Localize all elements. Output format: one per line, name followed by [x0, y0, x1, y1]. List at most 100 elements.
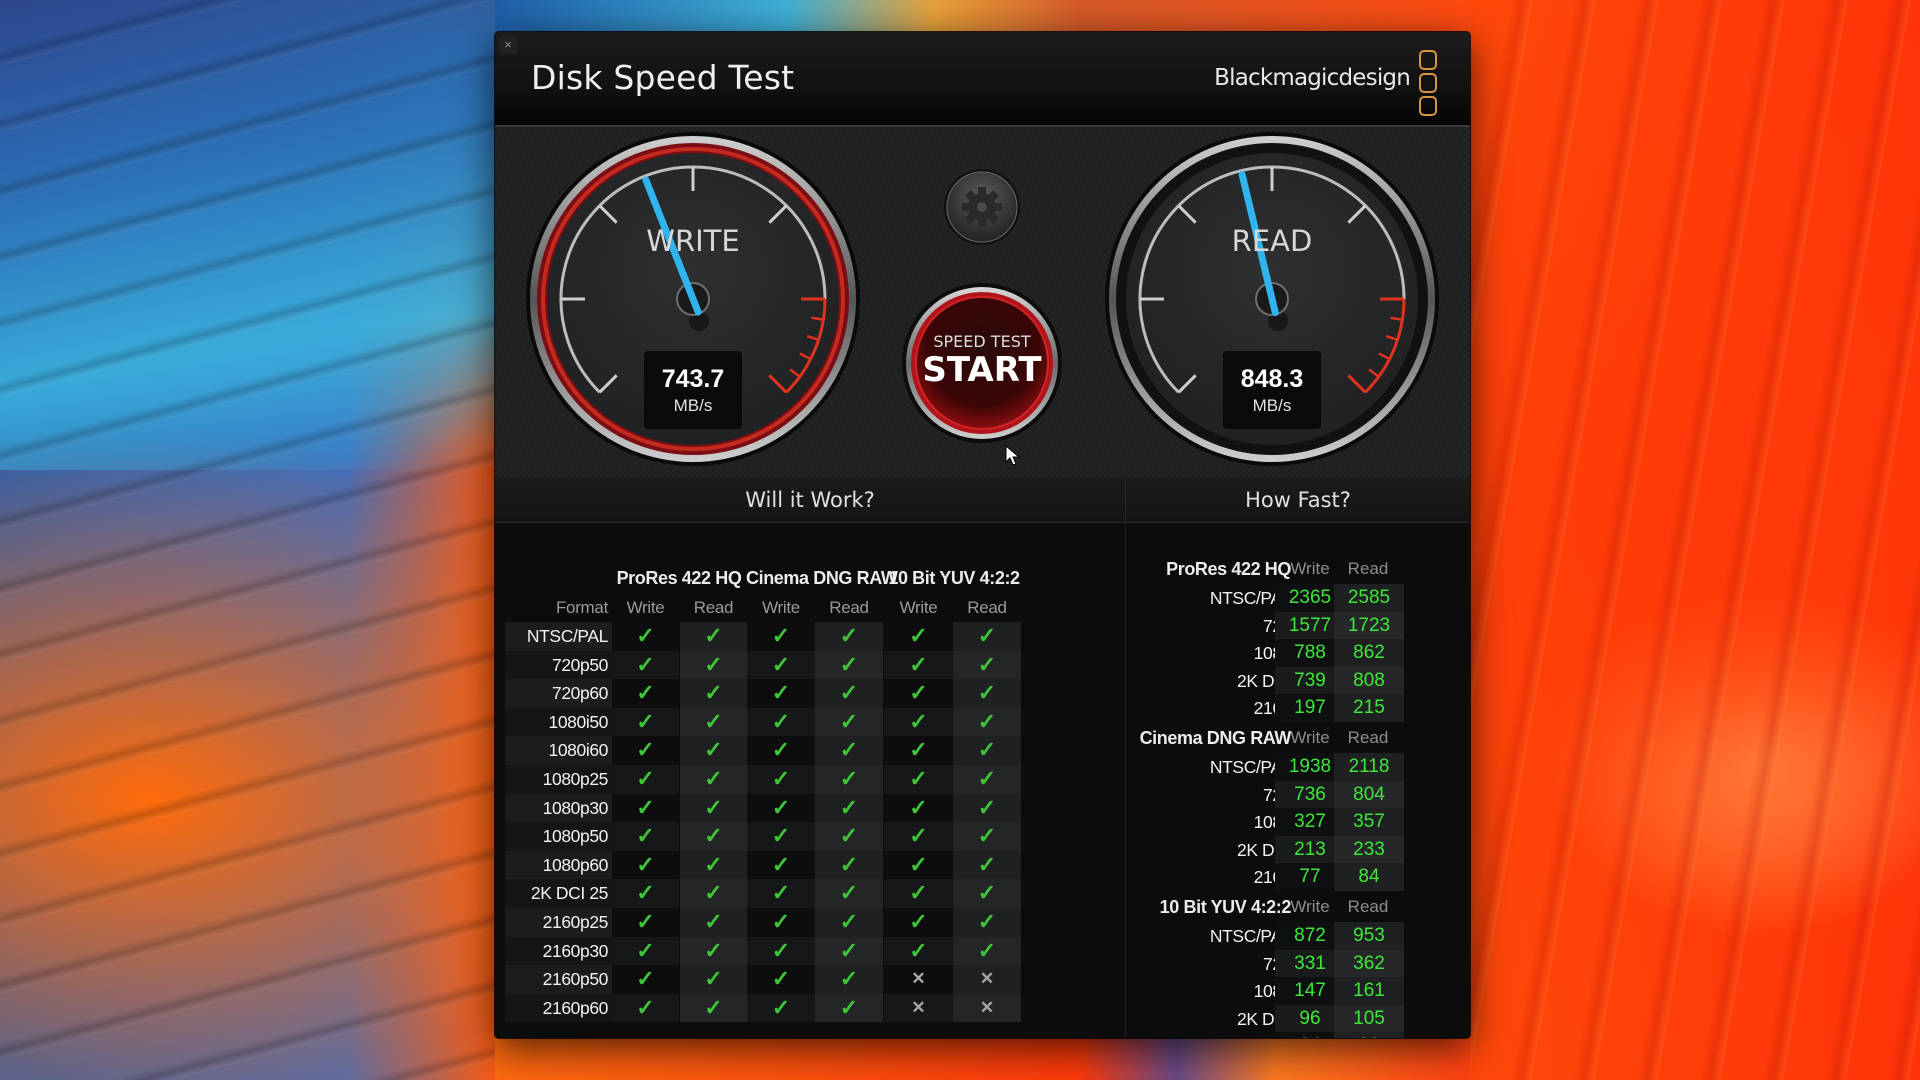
- checkmark-icon: ✓: [636, 823, 655, 849]
- checkmark-icon: ✓: [704, 851, 723, 877]
- checkmark-icon: ✓: [909, 937, 928, 963]
- result-pass: ✓: [680, 936, 747, 966]
- format-label: 2160p60: [505, 993, 612, 1023]
- checkmark-icon: ✓: [704, 680, 723, 706]
- checkmark-icon: ✓: [704, 708, 723, 734]
- checkmark-icon: ✓: [909, 823, 928, 849]
- how-fast-read-value: 38: [1334, 1032, 1404, 1038]
- result-pass: ✓: [815, 707, 883, 737]
- how-fast-format-label: 1080: [1253, 812, 1292, 833]
- gauge-area: WRITE 743.7 MB/s SPEED TEST START READ 8…: [495, 125, 1470, 480]
- how-fast-format-label: 720: [1126, 785, 1291, 806]
- how-fast-format-label: 1080: [1253, 981, 1292, 1002]
- format-label: 2160p25: [505, 907, 612, 937]
- format-label: NTSC/PAL: [505, 622, 612, 651]
- table-row: 1080p50 ✓ ✓ ✓ ✓ ✓ ✓: [505, 822, 1115, 851]
- result-pass: ✓: [884, 879, 953, 908]
- checkmark-icon: ✓: [704, 908, 723, 934]
- table-row: 2160p50 ✓ ✓ ✓ ✓ ✕ ✕: [505, 965, 1115, 994]
- result-pass: ✓: [953, 879, 1021, 908]
- how-fast-format-label: NTSC/PAL: [1209, 588, 1291, 608]
- result-pass: ✓: [747, 793, 815, 823]
- result-pass: ✓: [612, 679, 679, 708]
- blackmagic-logo-icon: [1419, 50, 1437, 116]
- checkmark-icon: ✓: [636, 708, 655, 734]
- result-pass: ✓: [815, 936, 883, 966]
- how-fast-group-name: Cinema DNG RAW: [1139, 728, 1292, 748]
- result-pass: ✓: [815, 622, 883, 651]
- how-fast-read-header: Read: [1347, 897, 1389, 916]
- format-label: 2K DCI 25: [505, 879, 612, 908]
- speed-test-start-button[interactable]: SPEED TEST START: [901, 282, 1063, 444]
- result-pass: ✓: [815, 650, 883, 680]
- result-pass: ✓: [815, 850, 883, 880]
- result-pass: ✓: [815, 907, 883, 937]
- checkmark-icon: ✓: [636, 994, 655, 1020]
- mouse-pointer-icon: [1005, 445, 1021, 466]
- checkmark-icon: ✓: [977, 851, 997, 877]
- checkmark-icon: ✓: [839, 908, 859, 934]
- read-gauge-label: READ: [1231, 224, 1313, 258]
- format-label: 2160p30: [505, 936, 612, 966]
- result-pass: ✓: [953, 622, 1021, 651]
- table-row: 720p50 ✓ ✓ ✓ ✓ ✓ ✓: [505, 650, 1115, 680]
- result-pass: ✓: [884, 622, 953, 651]
- how-fast-read-value: 215: [1334, 694, 1404, 722]
- format-header: Format: [555, 598, 608, 617]
- result-fail: ✕: [953, 993, 1021, 1023]
- checkmark-icon: ✓: [839, 994, 859, 1020]
- checkmark-icon: ✓: [839, 680, 859, 706]
- checkmark-icon: ✓: [909, 708, 928, 734]
- checkmark-icon: ✓: [704, 823, 723, 849]
- result-pass: ✓: [680, 650, 747, 680]
- result-pass: ✓: [612, 764, 679, 794]
- checkmark-icon: ✓: [704, 966, 723, 992]
- checkmark-icon: ✓: [839, 623, 859, 648]
- checkmark-icon: ✓: [636, 651, 655, 677]
- how-fast-read-value: 953: [1334, 922, 1404, 950]
- result-pass: ✓: [680, 736, 747, 765]
- result-pass: ✓: [747, 850, 815, 880]
- checkmark-icon: ✓: [636, 908, 655, 934]
- result-pass: ✓: [680, 622, 747, 651]
- result-pass: ✓: [680, 707, 747, 737]
- result-pass: ✓: [612, 993, 679, 1023]
- checkmark-icon: ✓: [771, 794, 791, 820]
- settings-button[interactable]: [942, 167, 1022, 247]
- checkmark-icon: ✓: [771, 823, 791, 849]
- checkmark-icon: ✓: [909, 680, 928, 706]
- checkmark-icon: ✓: [636, 880, 655, 906]
- will-it-work-panel: ProRes 422 HQ Cinema DNG RAW 10 Bit YUV …: [495, 523, 1126, 1038]
- result-pass: ✓: [884, 936, 953, 966]
- checkmark-icon: ✓: [977, 708, 997, 734]
- result-pass: ✓: [884, 679, 953, 708]
- result-pass: ✓: [953, 764, 1021, 794]
- checkmark-icon: ✓: [977, 765, 997, 791]
- result-pass: ✓: [680, 764, 747, 794]
- checkmark-icon: ✓: [771, 765, 791, 791]
- result-pass: ✓: [815, 736, 883, 765]
- result-pass: ✓: [747, 879, 815, 908]
- start-button-label: START: [922, 350, 1042, 390]
- checkmark-icon: ✓: [771, 880, 791, 906]
- checkmark-icon: ✓: [771, 994, 791, 1020]
- checkmark-icon: ✓: [977, 651, 997, 677]
- close-button[interactable]: ×: [499, 36, 517, 54]
- result-pass: ✓: [747, 764, 815, 794]
- group-cinema-dng: Cinema DNG RAW: [746, 568, 898, 588]
- checkmark-icon: ✓: [977, 880, 997, 906]
- write-gauge: WRITE 743.7 MB/s: [523, 129, 863, 469]
- checkmark-icon: ✓: [839, 937, 859, 963]
- write-speed-value: 743.7: [661, 365, 725, 393]
- result-pass: ✓: [612, 965, 679, 994]
- how-fast-read-value: 808: [1334, 666, 1404, 695]
- how-fast-read-value: 862: [1334, 639, 1404, 667]
- checkmark-icon: ✓: [909, 851, 928, 877]
- checkmark-icon: ✓: [636, 937, 655, 963]
- checkmark-icon: ✓: [909, 908, 928, 934]
- read-readout: 848.3 MB/s: [1223, 351, 1321, 429]
- format-label: 1080p60: [505, 850, 612, 880]
- result-pass: ✓: [953, 679, 1021, 708]
- disk-speed-test-window: × Disk Speed Test Blackmagicdesign WRITE…: [495, 32, 1470, 1038]
- how-fast-format-label: 2160: [1126, 1036, 1292, 1038]
